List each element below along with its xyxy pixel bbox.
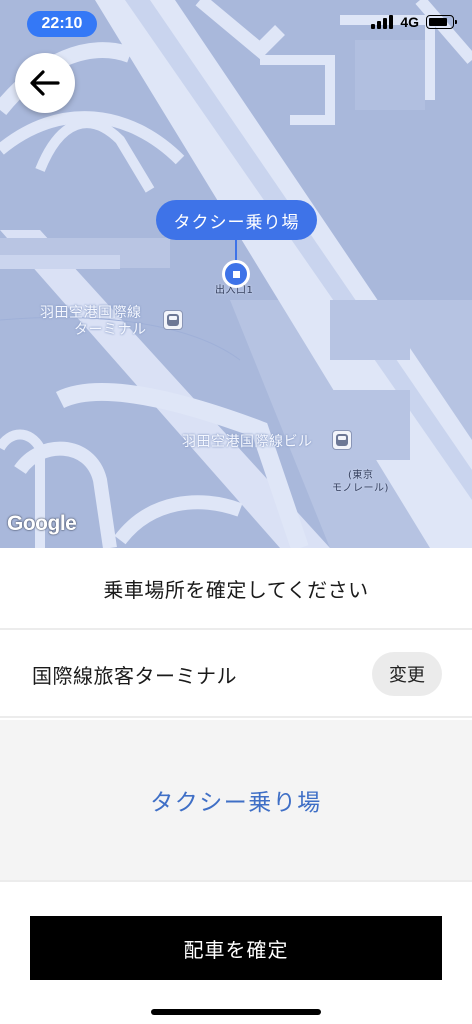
- pickup-marker-label[interactable]: タクシー乗り場: [156, 200, 317, 240]
- map-poi-building-label: 羽田空港国際線ビル: [182, 434, 313, 450]
- pickup-spot-name: タクシー乗り場: [150, 790, 322, 816]
- train-station-icon: [163, 310, 183, 330]
- home-indicator: [151, 1009, 321, 1015]
- arrow-left-icon: [30, 70, 60, 96]
- google-logo: Google: [7, 512, 77, 535]
- pickup-location-row: 国際線旅客ターミナル 変更: [0, 632, 472, 718]
- pickup-location-name: 国際線旅客ターミナル: [32, 663, 237, 688]
- back-button[interactable]: [15, 53, 75, 113]
- battery-icon: [426, 15, 457, 29]
- sheet-title: 乗車場所を確定してください: [0, 548, 472, 630]
- network-type: 4G: [400, 14, 419, 30]
- change-location-button[interactable]: 変更: [372, 652, 442, 696]
- pickup-confirm-sheet: 乗車場所を確定してください 国際線旅客ターミナル 変更 タクシー乗り場 配車を確…: [0, 548, 472, 1024]
- pickup-marker-stem: [235, 240, 237, 262]
- signal-icon: [371, 15, 394, 29]
- status-indicators: 4G: [371, 14, 457, 30]
- map-poi-terminal-label-2: ターミナル: [74, 322, 147, 338]
- pickup-marker-pin[interactable]: [222, 260, 250, 288]
- train-station-icon: [332, 430, 352, 450]
- map-view[interactable]: 羽田空港国際線 ターミナル 羽田空港国際線ビル (東京 モノレール) 出入口1 …: [0, 0, 472, 548]
- status-time: 22:10: [27, 11, 97, 37]
- map-poi-monorail-label-2: モノレール): [332, 483, 389, 494]
- confirm-ride-button[interactable]: 配車を確定: [30, 916, 442, 980]
- pickup-spot-panel[interactable]: タクシー乗り場: [0, 720, 472, 882]
- pin-center-icon: [232, 270, 240, 278]
